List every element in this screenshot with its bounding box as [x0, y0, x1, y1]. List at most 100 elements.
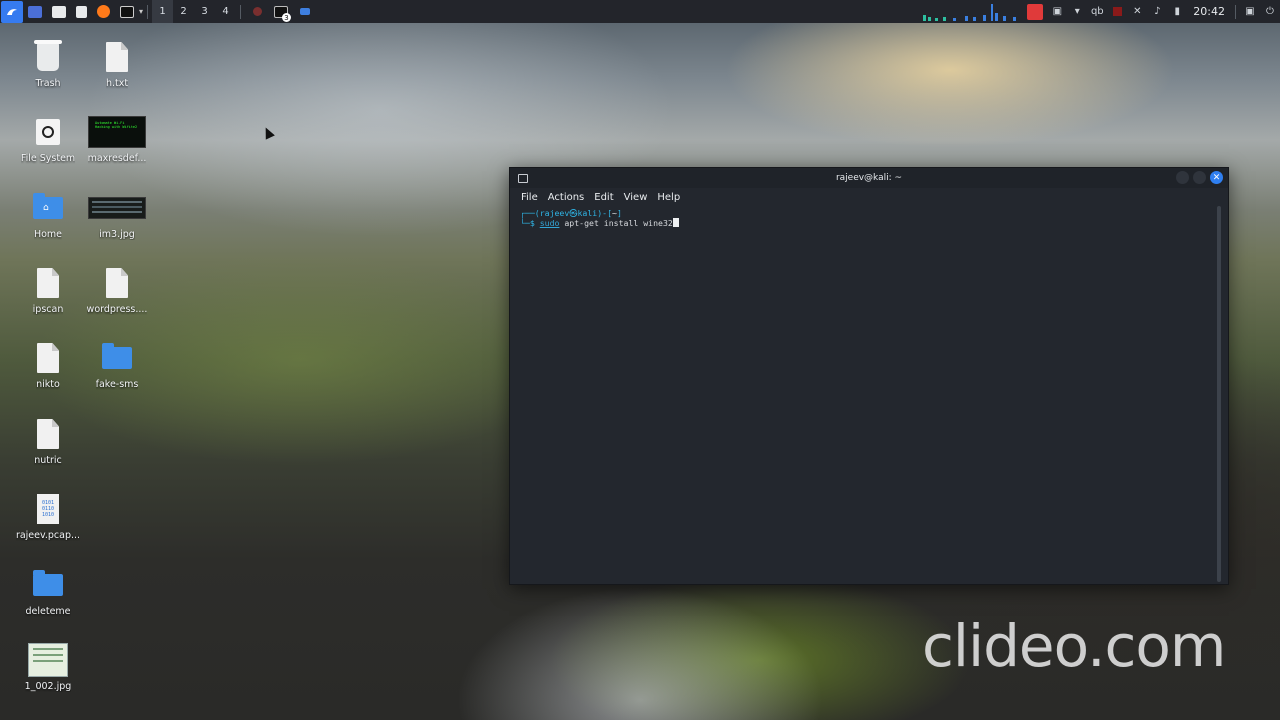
- prompt-line-1: ┌──(rajeev㉿kali)-[~]: [520, 208, 1218, 218]
- app-tray-icon[interactable]: [1107, 0, 1127, 23]
- desktop-icon-im3[interactable]: im3.jpg: [81, 191, 153, 240]
- image-thumbnail: Automate Wi-Fi Hacking with Wifite2: [88, 116, 146, 148]
- taskbar-app-button[interactable]: [245, 0, 269, 23]
- desktop-icon-wordpress[interactable]: wordpress....: [81, 266, 153, 315]
- workspace-4[interactable]: 4: [215, 0, 236, 23]
- clock[interactable]: 20:42: [1187, 5, 1231, 18]
- taskbar-terminal-button[interactable]: 3: [269, 0, 293, 23]
- desktop-icon-nutric[interactable]: nutric: [12, 417, 84, 466]
- record-icon[interactable]: [1027, 3, 1044, 20]
- desktop-icon-rajeev-pcap[interactable]: 0101 0110 1010 rajeev.pcap...: [12, 492, 84, 541]
- desktop-icon-fake-sms[interactable]: fake-sms: [81, 341, 153, 390]
- minimize-button[interactable]: [1176, 171, 1189, 184]
- scrollbar[interactable]: [1217, 206, 1221, 582]
- folder-icon: [33, 570, 63, 596]
- desktop-icon-home[interactable]: ⌂ Home: [12, 191, 84, 240]
- file-manager-button[interactable]: [47, 0, 71, 23]
- terminal-menubar: File Actions Edit View Help: [510, 188, 1228, 206]
- desktop-icon-nikto[interactable]: nikto: [12, 341, 84, 390]
- firefox-button[interactable]: [92, 0, 115, 23]
- top-panel: ▾ 1 2 3 4 3 ▣ ▾ qb ✕ ♪ ▮ 20:42 ▣ ⏻: [0, 0, 1280, 23]
- desktop-icon-label: wordpress....: [86, 304, 148, 315]
- workspace-2[interactable]: 2: [173, 0, 194, 23]
- command-sudo: sudo: [539, 218, 560, 228]
- window-title: rajeev@kali: ~: [835, 173, 903, 183]
- firefox-icon: [97, 5, 110, 18]
- folder-window-icon: [300, 8, 311, 15]
- prompt-user: rajeev: [539, 208, 570, 218]
- desktop-icon-label: nutric: [34, 455, 62, 466]
- desktop-icon-1-002[interactable]: 1_002.jpg: [12, 643, 84, 692]
- desktop-icon: [28, 5, 42, 18]
- text-editor-icon: [76, 5, 87, 18]
- desktop-icon-label: rajeev.pcap...: [15, 530, 81, 541]
- desktop-icon-label: maxresdef...: [87, 153, 147, 164]
- lock-icon[interactable]: ▣: [1240, 0, 1260, 23]
- pcap-file-icon: 0101 0110 1010: [37, 494, 59, 524]
- close-icon: ✕: [1212, 172, 1221, 183]
- desktop-icon-h-txt[interactable]: h.txt: [81, 40, 153, 89]
- qbittorrent-icon[interactable]: qb: [1087, 0, 1107, 23]
- prompt-separator: )-[: [597, 208, 613, 218]
- prompt-host: kali: [577, 208, 598, 218]
- terminal-window[interactable]: rajeev@kali: ~ ✕ File Actions Edit View …: [509, 167, 1229, 585]
- mouse-cursor-icon: [261, 125, 275, 140]
- kali-menu-button[interactable]: [1, 0, 23, 23]
- close-button[interactable]: ✕: [1210, 171, 1223, 184]
- power-icon[interactable]: ⏻: [1260, 0, 1280, 23]
- prompt-at: ㉿: [569, 208, 578, 218]
- thumbnail-text: Automate Wi-Fi Hacking with Wifite2: [95, 121, 138, 129]
- taskbar-folder-button[interactable]: [293, 0, 317, 23]
- desktop-icon-maxresdefault[interactable]: Automate Wi-Fi Hacking with Wifite2 maxr…: [81, 115, 153, 164]
- panel-separator: [240, 4, 242, 19]
- terminal-launcher-icon: [120, 5, 134, 18]
- chevron-down-icon: ▾: [139, 7, 144, 16]
- prompt-bracket: ┌──(: [520, 208, 540, 218]
- terminal-output[interactable]: ┌──(rajeev㉿kali)-[~] └─$ sudo apt-get in…: [510, 206, 1228, 584]
- network-graph-icon: [923, 3, 1017, 21]
- menu-file[interactable]: File: [516, 192, 543, 203]
- file-icon: [37, 343, 59, 373]
- workspace-3[interactable]: 3: [194, 0, 215, 23]
- file-icon: [106, 268, 128, 298]
- file-icon: [106, 42, 128, 72]
- home-folder-icon: ⌂: [33, 193, 63, 219]
- mute-icon[interactable]: ✕: [1127, 0, 1147, 23]
- folder-icon: [102, 343, 132, 369]
- drive-icon: [36, 119, 60, 145]
- camera-icon[interactable]: ▣: [1047, 0, 1067, 23]
- desktop-icon-label: File System: [20, 153, 76, 164]
- text-editor-button[interactable]: [71, 0, 92, 23]
- system-tray: ▣ ▾ qb ✕ ♪ ▮ 20:42 ▣ ⏻: [923, 0, 1280, 23]
- menu-view[interactable]: View: [619, 192, 653, 203]
- workspace-1[interactable]: 1: [152, 0, 174, 23]
- desktop-icon-label: 1_002.jpg: [24, 681, 72, 692]
- kali-dragon-icon: [7, 8, 17, 15]
- app-icon: [252, 7, 262, 16]
- terminal-titlebar[interactable]: rajeev@kali: ~ ✕: [510, 168, 1228, 188]
- bell-icon[interactable]: ♪: [1147, 0, 1167, 23]
- desktop-icon-label: deleteme: [25, 606, 71, 617]
- command-text: apt-get install wine32: [559, 218, 673, 228]
- terminal-launcher-button[interactable]: ▾: [115, 0, 143, 23]
- menu-help[interactable]: Help: [652, 192, 685, 203]
- desktop-icon-file-system[interactable]: File System: [12, 115, 84, 164]
- desktop-icon-label: im3.jpg: [99, 229, 135, 240]
- show-desktop-button[interactable]: [23, 0, 47, 23]
- desktop-icon-label: h.txt: [105, 78, 129, 89]
- window-count-badge: 3: [282, 13, 292, 22]
- desktop-icon-ipscan[interactable]: ipscan: [12, 266, 84, 315]
- desktop-icon-trash[interactable]: Trash: [12, 40, 84, 89]
- menu-edit[interactable]: Edit: [589, 192, 618, 203]
- desktop-icon-deleteme[interactable]: deleteme: [12, 568, 84, 617]
- desktop-icon-label: ipscan: [32, 304, 64, 315]
- menu-actions[interactable]: Actions: [543, 192, 590, 203]
- maximize-button[interactable]: [1193, 171, 1206, 184]
- prompt-dollar: └─$: [520, 218, 540, 228]
- file-icon: [37, 268, 59, 298]
- desktop-icon-label: fake-sms: [95, 379, 139, 390]
- desktop-icon-label: Trash: [35, 78, 61, 89]
- file-icon: [37, 419, 59, 449]
- battery-icon[interactable]: ▮: [1167, 0, 1187, 23]
- wifi-icon[interactable]: ▾: [1067, 0, 1087, 23]
